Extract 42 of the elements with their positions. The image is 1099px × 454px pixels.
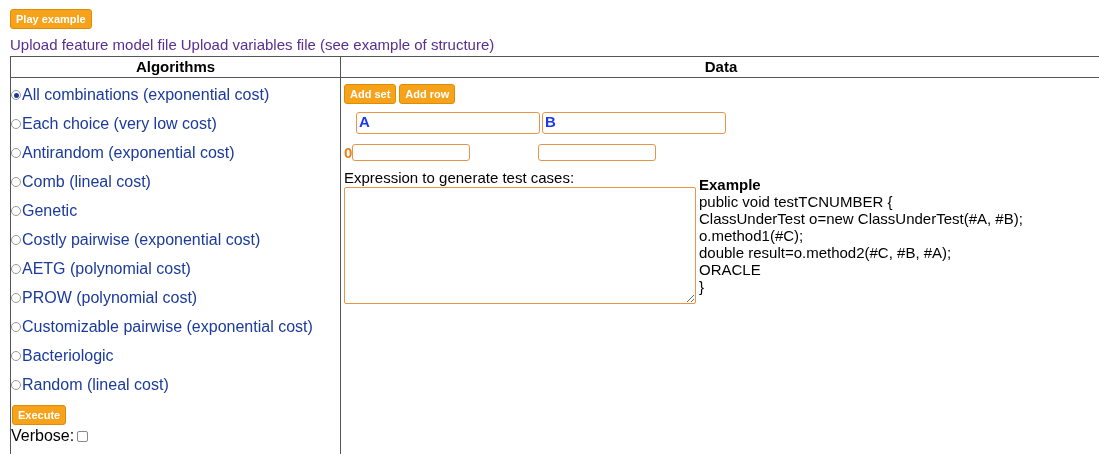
column-header: Algorithms <box>11 56 341 77</box>
column-header: Data <box>703 56 739 77</box>
radio-button[interactable] <box>11 177 21 187</box>
upload-link[interactable]: Upload feature model file <box>10 34 177 55</box>
example-title: Example <box>699 175 762 193</box>
algorithm-option[interactable]: Each choice (very low cost) <box>11 109 340 139</box>
upload-link[interactable]: Upload variables file (see example of structure) <box>180 34 495 55</box>
algorithm-option[interactable]: All combinations (exponential cost) <box>11 80 340 110</box>
algorithm-option[interactable]: Genetic <box>11 196 340 226</box>
radio-button[interactable] <box>11 206 21 216</box>
algorithm-option[interactable]: Bacteriologic <box>11 341 340 371</box>
value-field[interactable] <box>538 143 657 161</box>
verbose-checkbox[interactable] <box>77 430 89 442</box>
expression-field[interactable] <box>344 186 696 304</box>
radio-button[interactable] <box>11 351 21 361</box>
radio-button[interactable] <box>11 119 21 129</box>
algorithm-option[interactable]: Customizable pairwise (exponential cost) <box>11 312 340 342</box>
radio-button[interactable] <box>11 235 21 245</box>
example-code-line: ClassUnderTest o=new ClassUnderTest(#A, #B); <box>699 209 1023 227</box>
row-index: 0 <box>344 144 353 161</box>
algorithm-option[interactable]: Comb (lineal cost) <box>11 167 340 197</box>
radio-button[interactable] <box>11 380 21 390</box>
example-code-line: } <box>699 277 705 295</box>
value-field[interactable] <box>352 143 471 161</box>
radio-button[interactable] <box>11 148 21 158</box>
radio-button[interactable] <box>11 264 21 274</box>
algorithm-option[interactable]: Random (lineal cost) <box>11 370 340 400</box>
example-code-line: ORACLE <box>699 260 761 278</box>
expression-label: Expression to generate test cases: <box>344 168 576 187</box>
verbose-label: Verbose: <box>11 426 75 446</box>
set-name-field[interactable]: B <box>542 111 726 134</box>
radio-button[interactable] <box>11 322 21 332</box>
algorithm-option[interactable]: Costly pairwise (exponential cost) <box>11 225 340 255</box>
algorithm-option[interactable]: PROW (polynomial cost) <box>11 283 340 313</box>
example-code-line: o.method1(#C); <box>699 226 805 244</box>
set-name-field[interactable]: A <box>356 111 540 134</box>
algorithm-option[interactable]: Antirandom (exponential cost) <box>11 138 340 168</box>
example-code-line: public void testTCNUMBER { <box>699 192 894 210</box>
radio-button[interactable] <box>11 293 21 303</box>
radio-button[interactable] <box>11 90 21 100</box>
example-code-line: double result=o.method2(#C, #B, #A); <box>699 243 953 261</box>
algorithm-option[interactable]: AETG (polynomial cost) <box>11 254 340 284</box>
